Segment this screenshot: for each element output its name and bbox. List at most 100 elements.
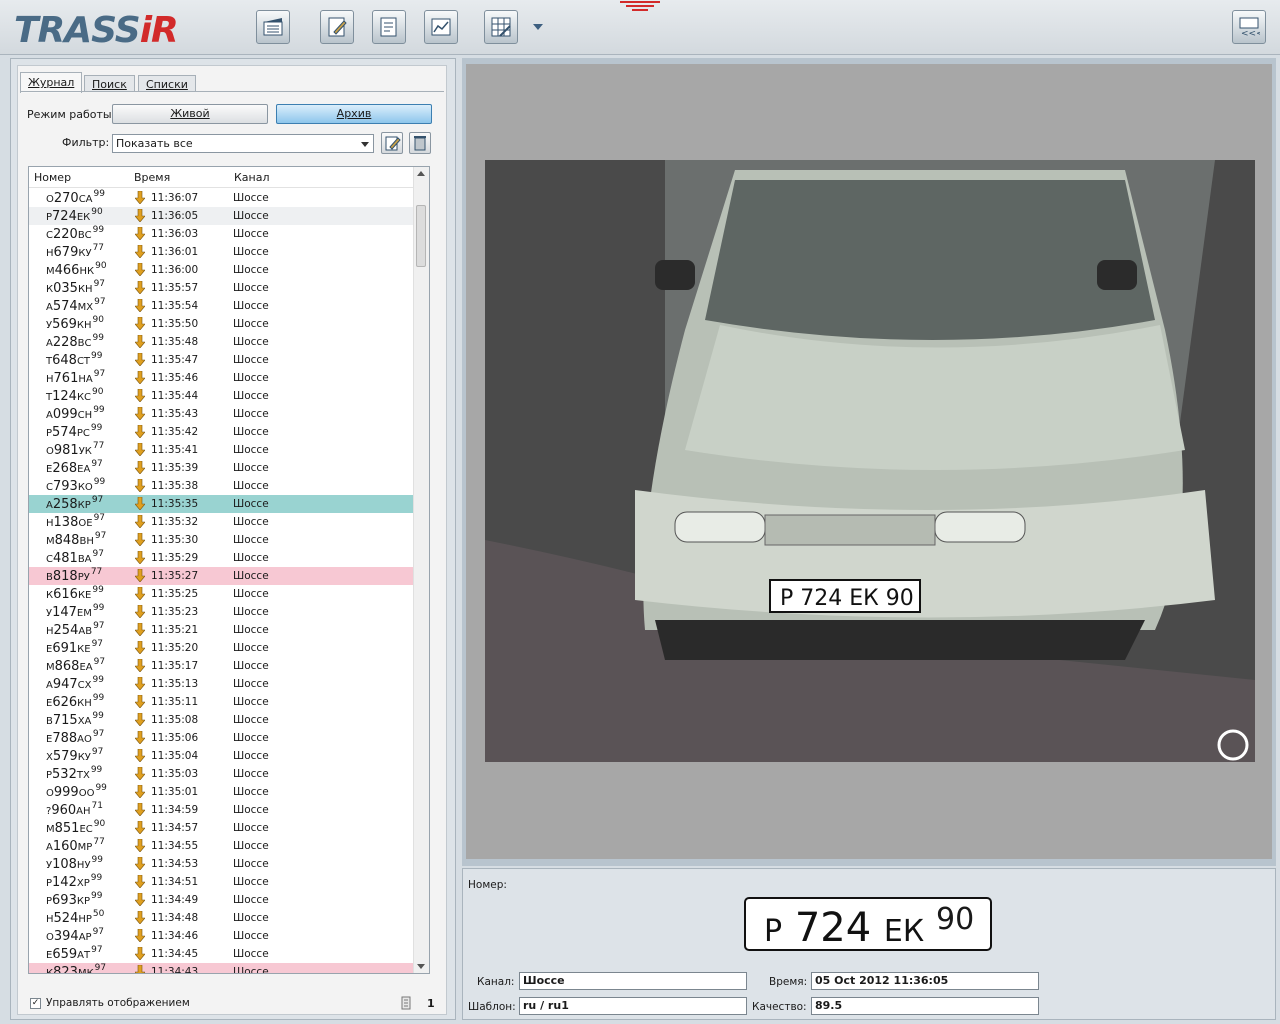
row-channel: Шоссе [233,660,269,672]
table-row[interactable]: А228ВС99 11:35:48 Шоссе [29,333,415,351]
column-channel[interactable]: Канал [234,171,270,184]
row-time: 11:35:47 [151,354,199,366]
table-row[interactable]: Т648СТ99 11:35:47 Шоссе [29,351,415,369]
table-row[interactable]: Н524НР50 11:34:48 Шоссе [29,909,415,927]
table-row[interactable]: Р693КР99 11:34:49 Шоссе [29,891,415,909]
table-row[interactable]: С481ВА97 11:35:29 Шоссе [29,549,415,567]
row-time: 11:35:48 [151,336,199,348]
arrow-down-icon [135,749,145,762]
table-row[interactable]: Е691КЕ97 11:35:20 Шоссе [29,639,415,657]
table-row[interactable]: В715ХА99 11:35:08 Шоссе [29,711,415,729]
table-row[interactable]: А574МХ97 11:35:54 Шоссе [29,297,415,315]
table-row[interactable]: Р142ХР99 11:34:51 Шоссе [29,873,415,891]
row-channel: Шоссе [233,264,269,276]
table-row[interactable]: К616КЕ99 11:35:25 Шоссе [29,585,415,603]
tab-lists[interactable]: Списки [138,75,196,92]
collapse-panel-icon[interactable]: <<< [1232,10,1266,44]
table-row[interactable]: У108НУ99 11:34:53 Шоссе [29,855,415,873]
live-button[interactable]: Живой [112,104,268,124]
arrow-down-icon [135,461,145,474]
table-row[interactable]: А258КР97 11:35:35 Шоссе [29,495,415,513]
plate-region: 90 [936,902,975,937]
table-row[interactable]: ?960АН71 11:34:59 Шоссе [29,801,415,819]
table-row[interactable]: Е626КН99 11:35:11 Шоссе [29,693,415,711]
arrow-down-icon [135,497,145,510]
plate-digits: 724 [794,905,872,951]
table-row[interactable]: Е659АТ97 11:34:45 Шоссе [29,945,415,963]
plate-number: Р142ХР99 [46,873,103,890]
row-time: 11:36:00 [151,264,199,276]
table-row[interactable]: О394АР97 11:34:46 Шоссе [29,927,415,945]
table-row[interactable]: О270СА99 11:36:07 Шоссе [29,189,415,207]
arrow-down-icon [135,281,145,294]
row-time: 11:34:46 [151,930,199,942]
list-scrollbar[interactable] [413,167,429,973]
table-row[interactable]: Р532ТХ99 11:35:03 Шоссе [29,765,415,783]
clear-filter-button[interactable] [409,132,431,154]
table-row[interactable]: Н254АВ97 11:35:21 Шоссе [29,621,415,639]
tab-search[interactable]: Поиск [84,75,135,92]
manage-display-label: Управлять отображением [46,997,190,1009]
scroll-down-icon[interactable] [417,964,425,969]
table-row[interactable]: У569КН90 11:35:50 Шоссе [29,315,415,333]
plate-number: О981УК77 [46,441,105,458]
table-row[interactable]: Х579КУ97 11:35:04 Шоссе [29,747,415,765]
table-row[interactable]: А947СХ99 11:35:13 Шоссе [29,675,415,693]
chart-icon[interactable] [424,10,458,44]
row-time: 11:35:35 [151,498,199,510]
column-time[interactable]: Время [134,171,170,184]
table-row[interactable]: В818РУ77 11:35:27 Шоссе [29,567,415,585]
grid-settings-icon[interactable] [484,10,518,44]
table-row[interactable]: О981УК77 11:35:41 Шоссе [29,441,415,459]
note-edit-icon[interactable] [320,10,354,44]
table-row[interactable]: А160МР77 11:34:55 Шоссе [29,837,415,855]
arrow-down-icon [135,839,145,852]
table-row[interactable]: М848ВН97 11:35:30 Шоссе [29,531,415,549]
table-row[interactable]: Н138ОЕ97 11:35:32 Шоссе [29,513,415,531]
table-row[interactable]: Е788АО97 11:35:06 Шоссе [29,729,415,747]
column-number[interactable]: Номер [34,171,71,184]
row-channel: Шоссе [233,930,269,942]
arrow-down-icon [135,695,145,708]
report-icon[interactable] [372,10,406,44]
table-row[interactable]: А099СН99 11:35:43 Шоссе [29,405,415,423]
clapper-icon[interactable] [256,10,290,44]
table-row[interactable]: С220ВС99 11:36:03 Шоссе [29,225,415,243]
camera-video[interactable]: Р 724 ЕК 90 [485,160,1255,762]
row-channel: Шоссе [233,246,269,258]
arrow-down-icon [135,731,145,744]
tab-journal[interactable]: Журнал [20,72,83,93]
row-time: 11:35:46 [151,372,199,384]
edit-icon [385,136,401,151]
table-row[interactable]: М466НК90 11:36:00 Шоссе [29,261,415,279]
filter-select[interactable]: Показать все [112,134,374,153]
edit-filter-button[interactable] [381,132,403,154]
row-channel: Шоссе [233,822,269,834]
arrow-down-icon [135,443,145,456]
table-row[interactable]: Р724ЕК90 11:36:05 Шоссе [29,207,415,225]
table-row[interactable]: Т124КС90 11:35:44 Шоссе [29,387,415,405]
chevron-down-icon[interactable] [533,24,543,30]
table-row[interactable]: Р574РС99 11:35:42 Шоссе [29,423,415,441]
table-row[interactable]: К035КН97 11:35:57 Шоссе [29,279,415,297]
table-row[interactable]: М868ЕА97 11:35:17 Шоссе [29,657,415,675]
table-row[interactable]: У147ЕМ99 11:35:23 Шоссе [29,603,415,621]
time-field: 05 Oct 2012 11:36:05 [811,972,1039,990]
table-row[interactable]: К823МК97 11:34:43 Шоссе [29,963,415,973]
table-row[interactable]: С793КО99 11:35:38 Шоссе [29,477,415,495]
table-row[interactable]: О999ОО99 11:35:01 Шоссе [29,783,415,801]
row-channel: Шоссе [233,552,269,564]
plate-series: ЕК [883,914,925,949]
table-row[interactable]: Н761НА97 11:35:46 Шоссе [29,369,415,387]
table-row[interactable]: Н679КУ77 11:36:01 Шоссе [29,243,415,261]
scroll-up-icon[interactable] [417,171,425,176]
arrow-down-icon [135,623,145,636]
archive-button[interactable]: Архив [276,104,432,124]
table-row[interactable]: Е268ЕА97 11:35:39 Шоссе [29,459,415,477]
manage-display-checkbox[interactable]: ✓ [30,998,41,1009]
plate-number: У569КН90 [46,315,104,332]
scroll-thumb[interactable] [416,205,426,267]
row-channel: Шоссе [233,858,269,870]
plate-journal-list[interactable]: Номер Время Канал О270СА99 11:36:07 Шоссе Р… [28,166,430,974]
table-row[interactable]: М851ЕС90 11:34:57 Шоссе [29,819,415,837]
